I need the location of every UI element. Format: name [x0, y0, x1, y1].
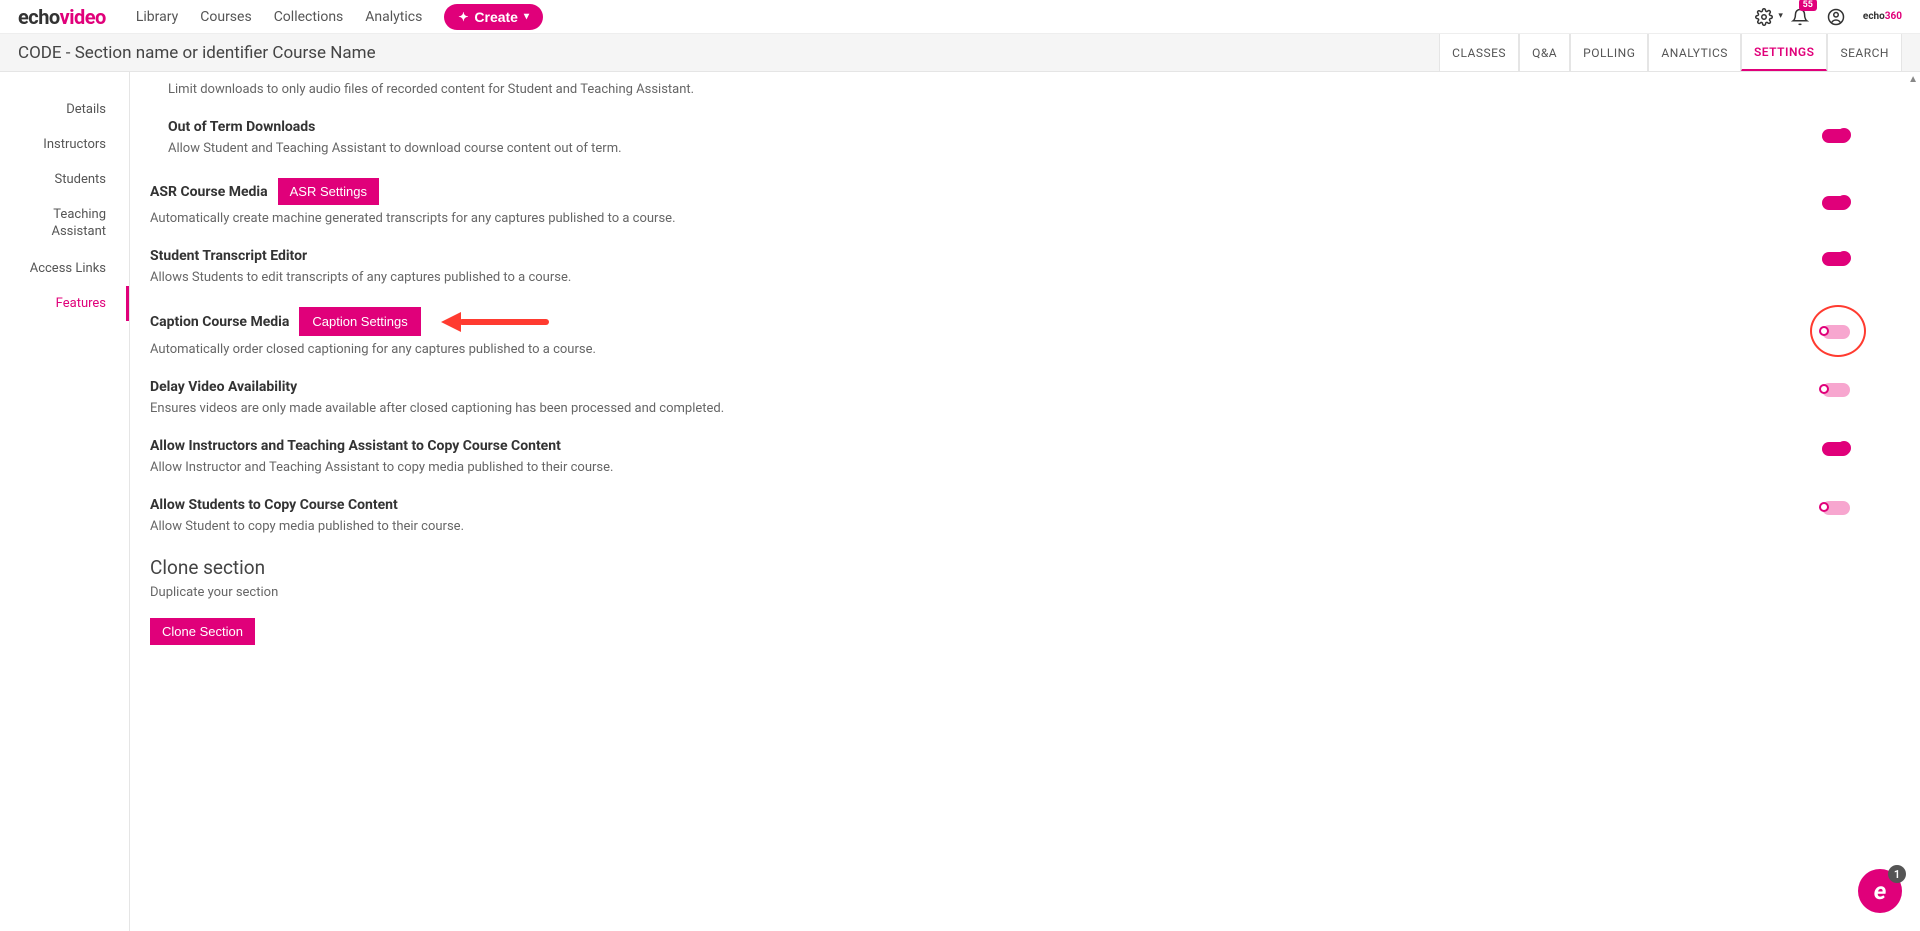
- tab-analytics[interactable]: ANALYTICS: [1648, 34, 1741, 71]
- tab-search[interactable]: SEARCH: [1827, 34, 1902, 71]
- create-button[interactable]: ✦ Create ▾: [444, 4, 543, 30]
- toggle-out-of-term[interactable]: [1822, 129, 1850, 143]
- nav-analytics[interactable]: Analytics: [365, 9, 422, 25]
- asr-desc: Automatically create machine generated t…: [150, 211, 1880, 226]
- caption-desc: Automatically order closed captioning fo…: [150, 342, 1880, 357]
- limit-downloads-desc: Limit downloads to only audio files of r…: [168, 82, 1880, 97]
- student-copy-title: Allow Students to Copy Course Content: [150, 497, 1880, 513]
- delay-title: Delay Video Availability: [150, 379, 1880, 395]
- sidebar-item-details[interactable]: Details: [0, 92, 129, 127]
- logo-echo: echo: [18, 5, 60, 29]
- chat-letter: e: [1874, 877, 1887, 905]
- setting-caption-course-media: Caption Course Media Caption Settings Au…: [150, 307, 1880, 357]
- clone-section-heading: Clone section: [150, 556, 1880, 579]
- out-of-term-desc: Allow Student and Teaching Assistant to …: [168, 141, 1880, 156]
- clone-section-desc: Duplicate your section: [150, 585, 1880, 600]
- settings-gear-icon[interactable]: ▾: [1755, 8, 1773, 26]
- tab-settings[interactable]: SETTINGS: [1741, 34, 1828, 71]
- caption-title: Caption Course Media: [150, 314, 289, 330]
- layout: Details Instructors Students Teaching As…: [0, 72, 1920, 931]
- brand-chip-accent: 360: [1885, 11, 1902, 22]
- scroll-up-icon[interactable]: ▲: [1908, 74, 1918, 85]
- sidebar-item-students[interactable]: Students: [0, 162, 129, 197]
- create-sparkle-icon: ✦: [458, 10, 468, 24]
- sidebar-item-teaching-assistant[interactable]: Teaching Assistant: [0, 197, 129, 251]
- chat-bubble[interactable]: e 1: [1858, 869, 1902, 913]
- create-label: Create: [474, 9, 518, 25]
- ste-title: Student Transcript Editor: [150, 248, 1880, 264]
- instructor-copy-title: Allow Instructors and Teaching Assistant…: [150, 438, 1880, 454]
- arrow-line-icon: [459, 319, 549, 325]
- course-tabs: CLASSES Q&A POLLING ANALYTICS SETTINGS S…: [1439, 34, 1902, 71]
- logo[interactable]: echovideo: [18, 5, 106, 29]
- nav-courses[interactable]: Courses: [200, 9, 251, 25]
- course-title: CODE - Section name or identifier Course…: [18, 43, 376, 63]
- top-bar: echovideo Library Courses Collections An…: [0, 0, 1920, 34]
- chevron-down-icon: ▾: [524, 11, 529, 22]
- out-of-term-title: Out of Term Downloads: [168, 119, 1880, 135]
- user-avatar-icon[interactable]: [1827, 8, 1845, 26]
- notif-count-badge: 55: [1799, 0, 1817, 11]
- instructor-copy-desc: Allow Instructor and Teaching Assistant …: [150, 460, 1880, 475]
- sidebar-item-instructors[interactable]: Instructors: [0, 127, 129, 162]
- toggle-asr[interactable]: [1822, 196, 1850, 210]
- caption-settings-button[interactable]: Caption Settings: [299, 307, 420, 336]
- setting-delay-video: Delay Video Availability Ensures videos …: [150, 379, 1880, 416]
- logo-video: video: [60, 5, 106, 29]
- top-right-icons: ▾ 55 echo360: [1755, 8, 1902, 26]
- gear-chevron-icon: ▾: [1778, 11, 1783, 21]
- toggle-instructor-copy[interactable]: [1822, 442, 1850, 456]
- toggle-delay-video[interactable]: [1822, 383, 1850, 397]
- toggle-student-copy[interactable]: [1822, 501, 1850, 515]
- sidebar-item-access-links[interactable]: Access Links: [0, 251, 129, 286]
- brand-chip-echo: echo: [1863, 11, 1885, 22]
- setting-student-copy: Allow Students to Copy Course Content Al…: [150, 497, 1880, 534]
- notifications-bell-icon[interactable]: 55: [1791, 8, 1809, 26]
- course-header: CODE - Section name or identifier Course…: [0, 34, 1920, 72]
- settings-main: ▲ Limit downloads to only audio files of…: [130, 72, 1920, 931]
- toggle-caption-course-media[interactable]: [1822, 325, 1850, 339]
- setting-instructor-copy: Allow Instructors and Teaching Assistant…: [150, 438, 1880, 475]
- tab-qa[interactable]: Q&A: [1519, 34, 1570, 71]
- delay-desc: Ensures videos are only made available a…: [150, 401, 1880, 416]
- ste-desc: Allows Students to edit transcripts of a…: [150, 270, 1880, 285]
- sidebar-item-features[interactable]: Features: [0, 286, 129, 321]
- top-nav-links: Library Courses Collections Analytics: [136, 9, 422, 25]
- annotation-arrow: [441, 312, 549, 332]
- toggle-student-transcript-editor[interactable]: [1822, 252, 1850, 266]
- nav-library[interactable]: Library: [136, 9, 178, 25]
- chat-badge: 1: [1888, 865, 1906, 883]
- settings-sidebar: Details Instructors Students Teaching As…: [0, 72, 130, 931]
- setting-student-transcript-editor: Student Transcript Editor Allows Student…: [150, 248, 1880, 285]
- asr-title: ASR Course Media: [150, 184, 268, 200]
- setting-out-of-term: Out of Term Downloads Allow Student and …: [168, 119, 1880, 156]
- clone-section-button[interactable]: Clone Section: [150, 618, 255, 645]
- nav-collections[interactable]: Collections: [274, 9, 344, 25]
- tab-classes[interactable]: CLASSES: [1439, 34, 1519, 71]
- tab-polling[interactable]: POLLING: [1570, 34, 1648, 71]
- asr-settings-button[interactable]: ASR Settings: [278, 178, 379, 205]
- sidebar-item-label: Teaching Assistant: [51, 207, 106, 239]
- arrow-head-icon: [441, 312, 461, 332]
- brand-chip[interactable]: echo360: [1863, 11, 1902, 22]
- setting-asr: ASR Course Media ASR Settings Automatica…: [150, 178, 1880, 226]
- student-copy-desc: Allow Student to copy media published to…: [150, 519, 1880, 534]
